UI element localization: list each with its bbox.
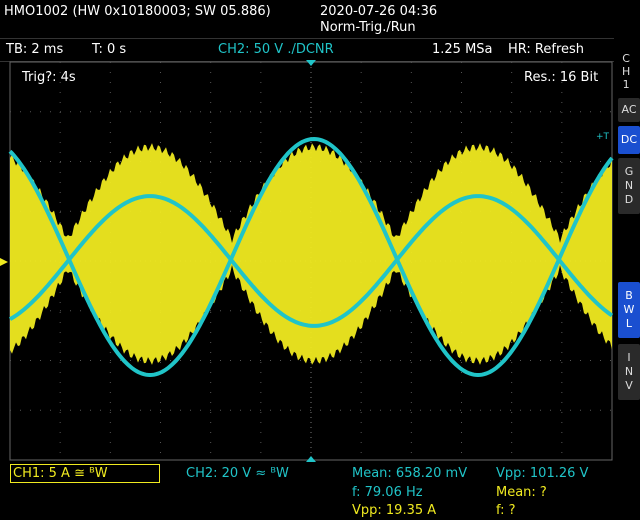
hr-mode[interactable]: HR: Refresh (508, 42, 584, 57)
measurement-vpp-ch2: Vpp: 101.26 V (496, 466, 589, 481)
bandwidth-limit-button[interactable]: BWL (618, 282, 640, 338)
sample-rate: 1.25 MSa (432, 42, 493, 57)
resolution: Res.: 16 Bit (524, 70, 599, 85)
coupling-gnd-button[interactable]: GND (618, 158, 640, 214)
channel-label: C H 1 (622, 52, 631, 91)
trig-status: Trig?: 4s (22, 70, 76, 85)
ch2-setting[interactable]: CH2: 50 V ./DCNR (218, 42, 334, 57)
coupling-dc-button[interactable]: DC (618, 126, 640, 154)
measurement-vpp-ch1: Vpp: 19.35 A (352, 503, 437, 518)
measurement-mean-2: Mean: ? (496, 485, 547, 500)
measurement-mean: Mean: 658.20 mV (352, 466, 468, 481)
coupling-ac-button[interactable]: AC (618, 98, 640, 122)
timebase[interactable]: TB: 2 ms (6, 42, 63, 57)
ch2-setting-footer[interactable]: CH2: 20 V ≈ ᴮW (186, 466, 289, 481)
device-info: HMO1002 (HW 0x10180003; SW 05.886) (4, 4, 271, 19)
trigger-position-marker[interactable] (306, 60, 316, 66)
trigger-time[interactable]: T: 0 s (92, 42, 126, 57)
waveform-display[interactable] (0, 60, 614, 462)
datetime: 2020-07-26 04:36 (320, 4, 438, 19)
info-bar: TB: 2 ms T: 0 s CH2: 50 V ./DCNR 1.25 MS… (0, 38, 614, 62)
trigger-level-marker[interactable]: +T (596, 132, 609, 142)
ch1-waveform (10, 143, 612, 365)
trigger-position-marker-bottom[interactable] (306, 456, 316, 462)
invert-button[interactable]: INV (618, 344, 640, 400)
measurement-frequency-2: f: ? (496, 503, 516, 518)
ch1-setting[interactable]: CH1: 5 A ≅ ᴮW (10, 464, 160, 483)
ch1-ground-marker[interactable] (0, 258, 8, 266)
measurement-frequency: f: 79.06 Hz (352, 485, 423, 500)
trigger-mode: Norm-Trig./Run (320, 20, 416, 35)
